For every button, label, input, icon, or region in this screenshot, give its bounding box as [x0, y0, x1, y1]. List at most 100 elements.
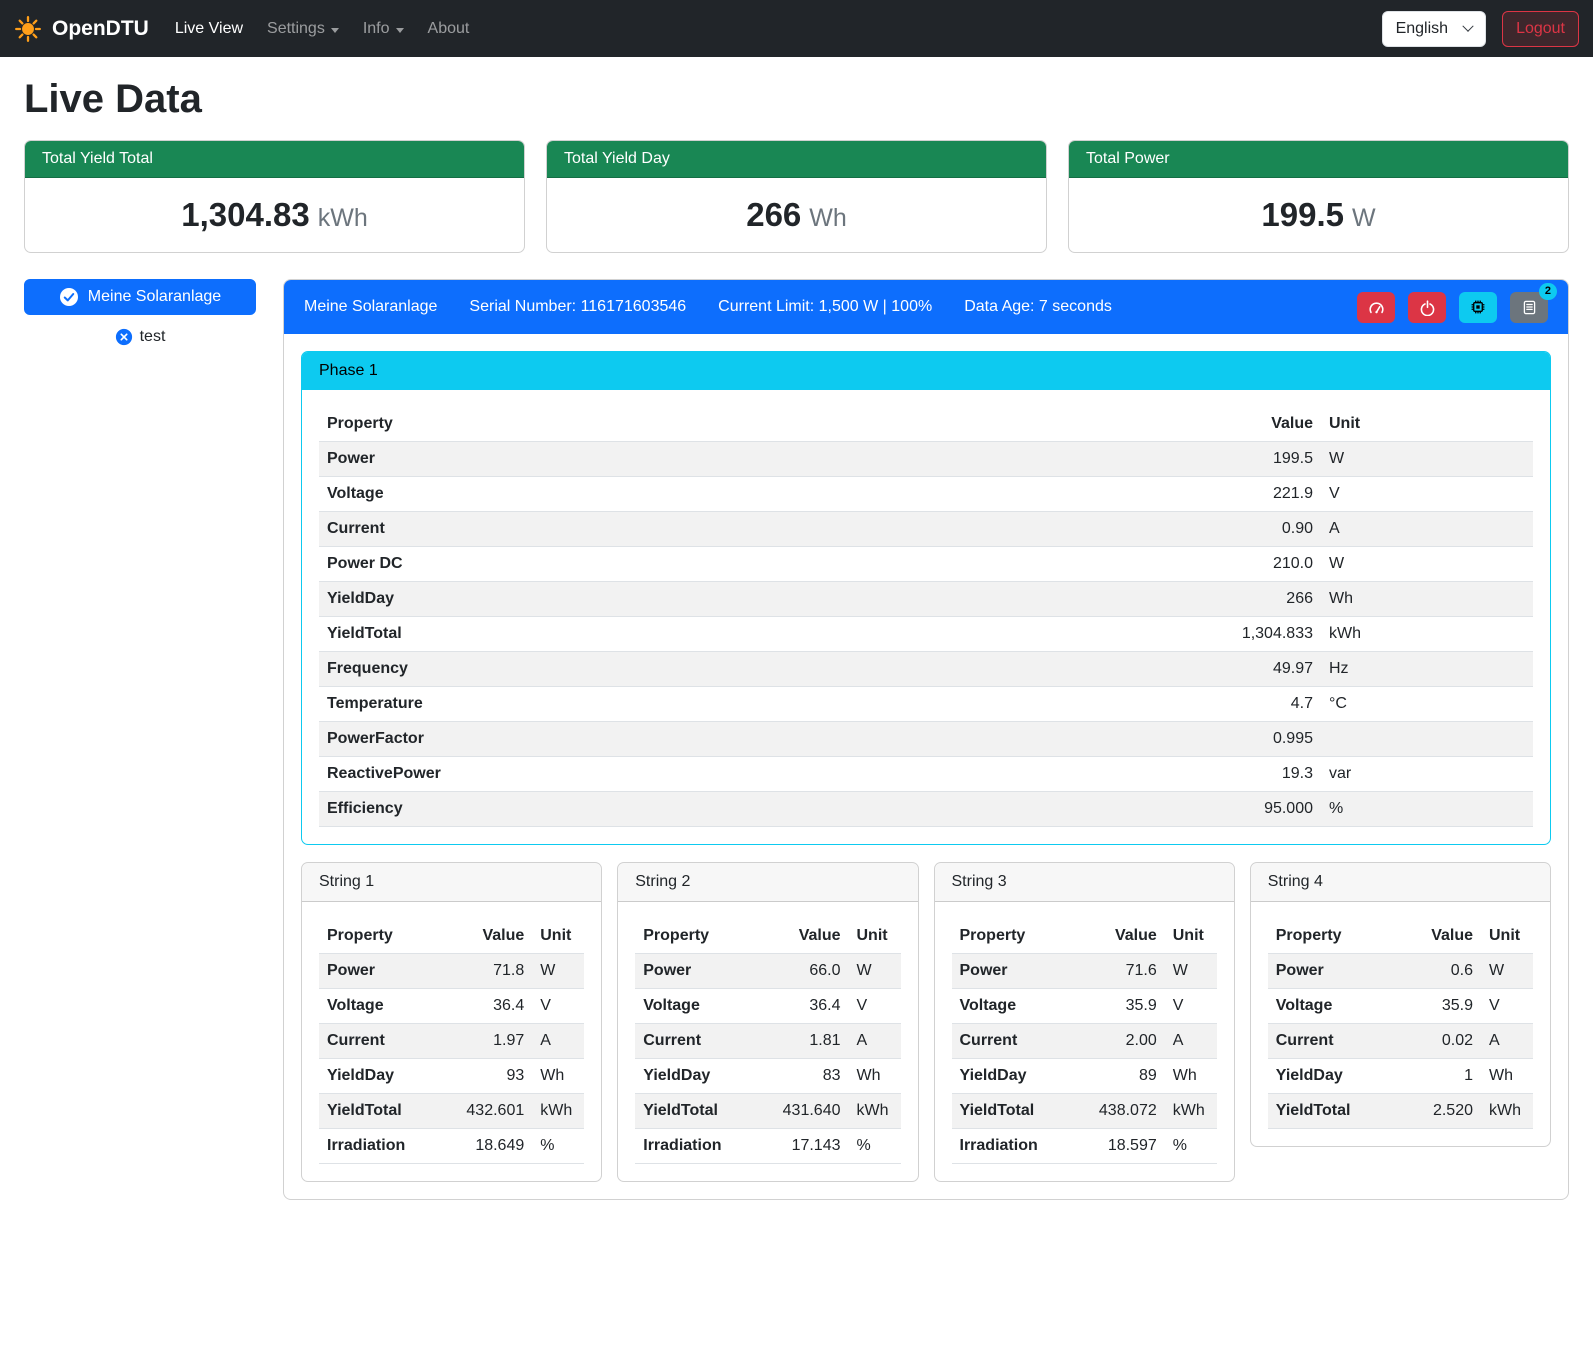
- summary-card: Total Yield Total 1,304.83kWh: [24, 140, 525, 253]
- string-table-header: Property Value Unit: [952, 919, 1217, 954]
- col-unit: Unit: [1165, 919, 1217, 954]
- phase-title: Phase 1: [302, 352, 1550, 390]
- property-value: 2.520: [1409, 1094, 1481, 1129]
- property-name: YieldTotal: [1268, 1094, 1409, 1129]
- string-row: Voltage 35.9 V: [952, 989, 1217, 1024]
- nav-about[interactable]: About: [416, 12, 482, 46]
- string-row: Voltage 36.4 V: [319, 989, 584, 1024]
- property-value: 431.640: [775, 1094, 849, 1129]
- inverter-select-button[interactable]: Meine Solaranlage: [24, 279, 256, 315]
- power-toggle-button[interactable]: [1408, 292, 1446, 323]
- property-unit: kWh: [1321, 617, 1533, 652]
- property-name: Voltage: [319, 477, 1171, 512]
- property-name: Voltage: [952, 989, 1091, 1024]
- inverter-sidebar: Meine Solaranlage test: [24, 279, 256, 347]
- string-row: Current 1.81 A: [635, 1024, 900, 1059]
- phase-row: ReactivePower 19.3 var: [319, 757, 1533, 792]
- phase-row: YieldDay 266 Wh: [319, 582, 1533, 617]
- property-value: 1.81: [775, 1024, 849, 1059]
- property-value: 49.97: [1171, 652, 1321, 687]
- inverter-item-test[interactable]: test: [24, 327, 256, 347]
- logout-button[interactable]: Logout: [1502, 11, 1579, 47]
- property-name: Efficiency: [319, 792, 1171, 827]
- property-unit: W: [532, 954, 584, 989]
- inverter-serial: Serial Number: 116171603546: [469, 298, 686, 316]
- string-table-header: Property Value Unit: [319, 919, 584, 954]
- inverter-card: Meine Solaranlage Serial Number: 1161716…: [283, 279, 1569, 1200]
- property-unit: V: [532, 989, 584, 1024]
- summary-card: Total Power 199.5W: [1068, 140, 1569, 253]
- events-count-badge: 2: [1539, 283, 1557, 300]
- property-value: 266: [1171, 582, 1321, 617]
- property-unit: A: [532, 1024, 584, 1059]
- device-info-button[interactable]: [1459, 292, 1497, 323]
- string-row: YieldTotal 438.072 kWh: [952, 1094, 1217, 1129]
- nav-settings-dropdown[interactable]: Settings: [255, 12, 351, 46]
- summary-card-body: 1,304.83kWh: [25, 178, 524, 252]
- property-name: PowerFactor: [319, 722, 1171, 757]
- string-title: String 1: [302, 863, 601, 902]
- summary-card-title: Total Yield Total: [25, 141, 524, 178]
- property-unit: Hz: [1321, 652, 1533, 687]
- property-unit: V: [1165, 989, 1217, 1024]
- limit-settings-button[interactable]: [1357, 292, 1395, 323]
- col-unit: Unit: [1481, 919, 1533, 954]
- summary-cards: Total Yield Total 1,304.83kWh Total Yiel…: [24, 140, 1569, 253]
- property-name: YieldDay: [319, 1059, 458, 1094]
- property-value: 0.90: [1171, 512, 1321, 547]
- navbar: OpenDTU Live View Settings Info About En…: [0, 0, 1593, 57]
- events-button[interactable]: 2: [1510, 292, 1548, 323]
- phase-row: PowerFactor 0.995: [319, 722, 1533, 757]
- nav-live-view-label: Live View: [175, 20, 243, 38]
- string-row: YieldTotal 431.640 kWh: [635, 1094, 900, 1129]
- property-name: YieldTotal: [952, 1094, 1091, 1129]
- property-name: YieldDay: [1268, 1059, 1409, 1094]
- property-unit: V: [1481, 989, 1533, 1024]
- col-property: Property: [952, 919, 1091, 954]
- string-row: Power 71.8 W: [319, 954, 584, 989]
- summary-card-title: Total Yield Day: [547, 141, 1046, 178]
- property-value: 210.0: [1171, 547, 1321, 582]
- dropdown-caret-icon: [331, 28, 339, 33]
- property-value: 35.9: [1409, 989, 1481, 1024]
- inverter-actions: 2: [1357, 292, 1548, 323]
- string-row: YieldDay 83 Wh: [635, 1059, 900, 1094]
- language-select[interactable]: English: [1382, 11, 1486, 47]
- property-name: YieldTotal: [635, 1094, 774, 1129]
- phase-row: Power DC 210.0 W: [319, 547, 1533, 582]
- inverter-item-test-label: test: [140, 328, 166, 346]
- property-unit: kWh: [532, 1094, 584, 1129]
- property-unit: V: [1321, 477, 1533, 512]
- string-row: Irradiation 18.597 %: [952, 1129, 1217, 1164]
- string-card-2: String 2 Property Value Unit: [617, 862, 918, 1182]
- string-row: Current 0.02 A: [1268, 1024, 1533, 1059]
- property-name: YieldTotal: [319, 617, 1171, 652]
- nav-live-view[interactable]: Live View: [163, 12, 255, 46]
- property-unit: A: [1165, 1024, 1217, 1059]
- property-unit: A: [849, 1024, 901, 1059]
- property-name: YieldTotal: [319, 1094, 458, 1129]
- property-name: Power: [952, 954, 1091, 989]
- property-value: 71.6: [1091, 954, 1165, 989]
- string-table: Property Value Unit Power 71.8 W: [319, 919, 584, 1164]
- nav-info-dropdown[interactable]: Info: [351, 12, 416, 46]
- inverter-data-age: Data Age: 7 seconds: [964, 298, 1112, 316]
- string-card-3: String 3 Property Value Unit: [934, 862, 1235, 1182]
- property-unit: °C: [1321, 687, 1533, 722]
- string-row: Power 66.0 W: [635, 954, 900, 989]
- chevron-down-icon: [1462, 20, 1473, 31]
- sun-icon: [13, 14, 43, 44]
- inverter-select-label: Meine Solaranlage: [88, 288, 221, 306]
- property-name: Frequency: [319, 652, 1171, 687]
- string-row: Power 0.6 W: [1268, 954, 1533, 989]
- col-property: Property: [635, 919, 774, 954]
- nav-about-label: About: [428, 20, 470, 38]
- property-name: Irradiation: [952, 1129, 1091, 1164]
- property-value: 18.649: [458, 1129, 532, 1164]
- string-title: String 3: [935, 863, 1234, 902]
- string-row: Irradiation 17.143 %: [635, 1129, 900, 1164]
- nav-links: Live View Settings Info About: [163, 12, 482, 46]
- string-row: Power 71.6 W: [952, 954, 1217, 989]
- col-unit: Unit: [849, 919, 901, 954]
- property-name: Voltage: [635, 989, 774, 1024]
